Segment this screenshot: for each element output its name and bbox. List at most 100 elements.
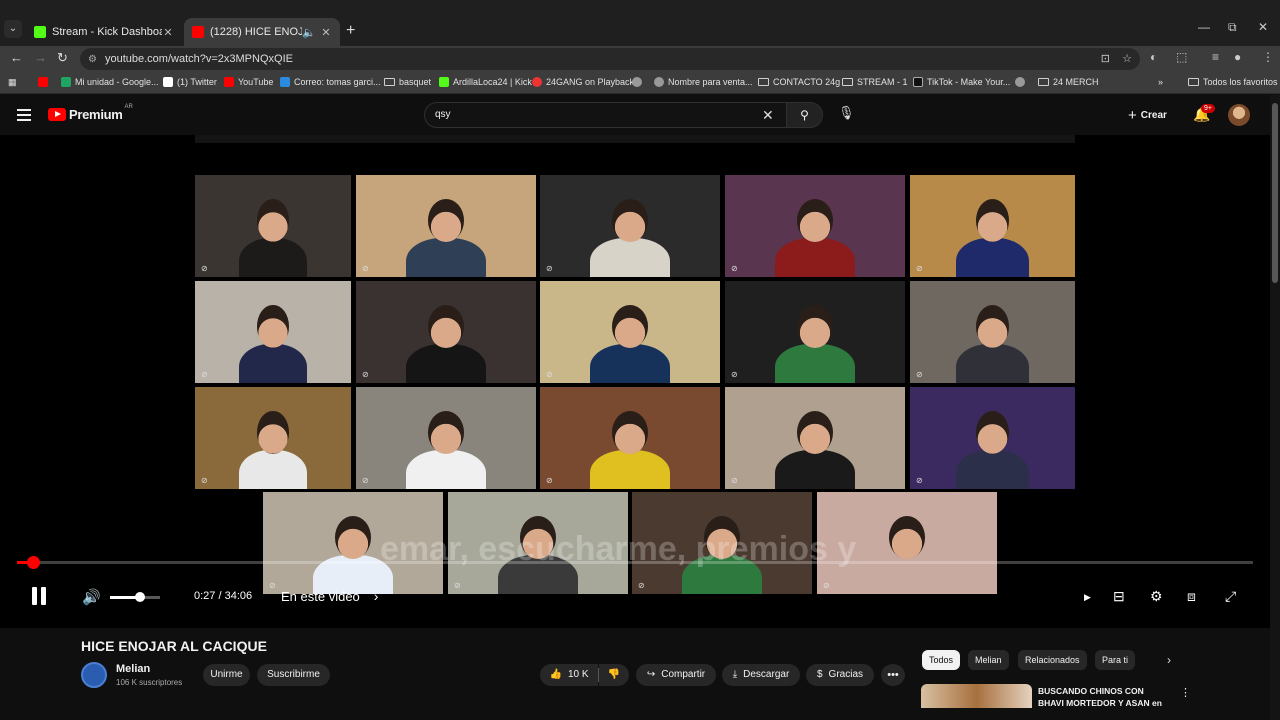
mic-off-icon: ⊘	[731, 476, 738, 485]
bookmark-mail[interactable]: Correo: tomas garci...	[280, 77, 381, 87]
extensions-puzzle-icon[interactable]: ⬚	[1176, 50, 1187, 64]
tab-search-button[interactable]: ⌄	[4, 20, 22, 38]
participant-body	[406, 344, 486, 383]
bookmark-tiktok[interactable]: TikTok - Make Your...	[913, 77, 1010, 87]
bookmark-stream[interactable]: STREAM - 1	[842, 77, 908, 87]
join-button[interactable]: Unirme	[203, 664, 250, 686]
extension-icon[interactable]: ◐	[1150, 50, 1157, 64]
all-bookmarks[interactable]: Todos los favoritos	[1188, 77, 1278, 87]
more-bookmarks-chevron[interactable]: »	[1158, 77, 1163, 87]
mic-off-icon: ⊘	[362, 476, 369, 485]
recommended-menu-icon[interactable]: ⋮	[1180, 686, 1191, 699]
clear-search-icon[interactable]: ✕	[762, 107, 774, 124]
recommended-thumbnail[interactable]	[921, 684, 1032, 708]
tab-title: Stream - Kick Dashboard	[52, 26, 162, 38]
bookmark-twitter[interactable]: (1) Twitter	[163, 77, 217, 87]
subscribe-button[interactable]: Suscribirme	[257, 664, 330, 686]
profile-avatar[interactable]: ●	[1234, 50, 1241, 64]
download-icon: ⤓	[732, 669, 738, 680]
create-button[interactable]: + Crear	[1128, 107, 1167, 124]
bookmark-globe[interactable]	[632, 77, 646, 87]
reload-icon[interactable]: ↻	[57, 50, 68, 66]
thanks-icon: $	[816, 669, 823, 680]
channel-avatar[interactable]	[81, 662, 107, 688]
media-icon[interactable]: ≡	[1212, 50, 1219, 64]
participant-video-tile: ⊘	[540, 281, 720, 383]
volume-handle[interactable]	[135, 592, 145, 602]
minimize-icon[interactable]: —	[1198, 20, 1210, 34]
participant-head	[976, 199, 1009, 243]
close-window-icon[interactable]: ✕	[1258, 20, 1268, 34]
search-input[interactable]: qsy	[424, 102, 787, 128]
thanks-button[interactable]: $ Gracias	[806, 664, 874, 686]
bookmark-youtube[interactable]: YouTube	[224, 77, 273, 87]
more-actions-button[interactable]: •••	[881, 664, 905, 686]
apps-icon[interactable]: ▦	[8, 77, 17, 88]
account-avatar[interactable]	[1228, 104, 1250, 126]
recommended-title[interactable]: BUSCANDO CHINOS CON BHAVI MORTEDOR Y ASA…	[1038, 685, 1168, 709]
mic-off-icon: ⊘	[638, 581, 645, 590]
volume-slider[interactable]	[110, 592, 160, 602]
bookmark-drive[interactable]: Mi unidad - Google...	[61, 77, 159, 87]
autoplay-icon[interactable]: ▶	[1084, 592, 1091, 603]
chip-todos[interactable]: Todos	[922, 650, 961, 670]
bookmark-star-icon[interactable]: ☆	[1122, 52, 1132, 65]
participant-head	[257, 305, 289, 349]
mic-off-icon: ⊘	[201, 264, 208, 273]
bookmark-basquet[interactable]: basquet	[384, 77, 431, 87]
tab-youtube-video[interactable]: (1228) HICE ENOJAR AL CA… 🔈 ✕	[184, 18, 340, 46]
site-info-icon[interactable]: ⚙	[88, 54, 97, 65]
chevron-right-icon[interactable]: ›	[1167, 653, 1171, 667]
install-app-icon[interactable]: ⊡	[1101, 52, 1110, 65]
volume-icon[interactable]: 🔊	[82, 588, 101, 606]
restore-icon[interactable]: ⧉	[1228, 20, 1237, 35]
mic-icon[interactable]: 🎙	[838, 105, 855, 121]
chip-para-ti[interactable]: Para ti	[1095, 650, 1136, 670]
fullscreen-icon[interactable]: ⤢	[1225, 588, 1236, 605]
new-tab-button[interactable]: +	[346, 22, 355, 40]
back-icon[interactable]: ←	[10, 50, 23, 65]
mic-off-icon: ⊘	[916, 264, 923, 273]
settings-gear-icon[interactable]: ⚙	[1150, 588, 1163, 605]
search-button[interactable]: ⚲	[786, 102, 823, 128]
progress-bar[interactable]	[17, 556, 1253, 569]
bookmark-youtube-icon[interactable]	[38, 77, 52, 87]
bookmark-contacto[interactable]: CONTACTO 24g	[758, 77, 840, 87]
dislike-button[interactable]: 👎	[599, 664, 629, 686]
menu-kebab-icon[interactable]: ⋮	[1262, 50, 1274, 64]
speaker-icon[interactable]: 🔈	[302, 26, 316, 39]
bookmark-merch[interactable]: 24 MERCH	[1038, 77, 1099, 87]
participant-video-tile: ⊘	[356, 175, 536, 277]
chevron-right-icon: ›	[373, 588, 379, 604]
participant-body	[590, 238, 670, 277]
close-icon[interactable]: ✕	[162, 26, 174, 39]
mic-off-icon: ⊘	[916, 476, 923, 485]
chapter-button[interactable]: En este video ›	[281, 588, 378, 604]
forward-icon[interactable]: →	[34, 50, 47, 65]
scrollbar-thumb[interactable]	[1272, 103, 1278, 283]
kick-icon	[439, 77, 449, 87]
tab-kick-dashboard[interactable]: Stream - Kick Dashboard ✕	[26, 18, 182, 46]
like-button[interactable]: 👍 10 K	[540, 664, 598, 686]
download-button[interactable]: ⤓ Descargar	[722, 664, 800, 686]
bookmark-playback[interactable]: 24GANG on Playback	[532, 77, 634, 87]
participant-head	[976, 305, 1009, 349]
page-scrollbar[interactable]	[1270, 95, 1280, 720]
bookmark-nombre[interactable]: Nombre para venta...	[654, 77, 753, 87]
chip-relacionados[interactable]: Relacionados	[1018, 650, 1087, 670]
pause-button[interactable]	[32, 587, 48, 605]
chip-melian[interactable]: Melian	[968, 650, 1009, 670]
share-button[interactable]: ↪ Compartir	[636, 664, 716, 686]
address-bar[interactable]: ⚙ youtube.com/watch?v=2x3MPNQxQIE ☆ ⊡	[80, 48, 1140, 70]
close-icon[interactable]: ✕	[320, 26, 332, 39]
mic-off-icon: ⊘	[823, 581, 830, 590]
channel-name[interactable]: Melian	[116, 663, 150, 675]
menu-icon[interactable]	[17, 109, 31, 124]
miniplayer-icon[interactable]: ⧈	[1187, 588, 1196, 605]
bookmark-globe-2[interactable]	[1015, 77, 1029, 87]
scrubber-handle[interactable]	[27, 556, 41, 569]
video-player[interactable]: ⊘ ⊘ ⊘ ⊘ ⊘ ⊘ ⊘ ⊘ ⊘ ⊘ ⊘ ⊘ ⊘ ⊘ ⊘ ⊘ ⊘ ⊘ ⊘ emar, escucharme, pr…	[0, 135, 1270, 628]
bookmark-kick[interactable]: ArdillaLoca24 | Kick	[439, 77, 532, 87]
youtube-logo[interactable]: Premium AR	[48, 104, 133, 122]
subtitles-icon[interactable]: ⊟	[1113, 588, 1125, 605]
